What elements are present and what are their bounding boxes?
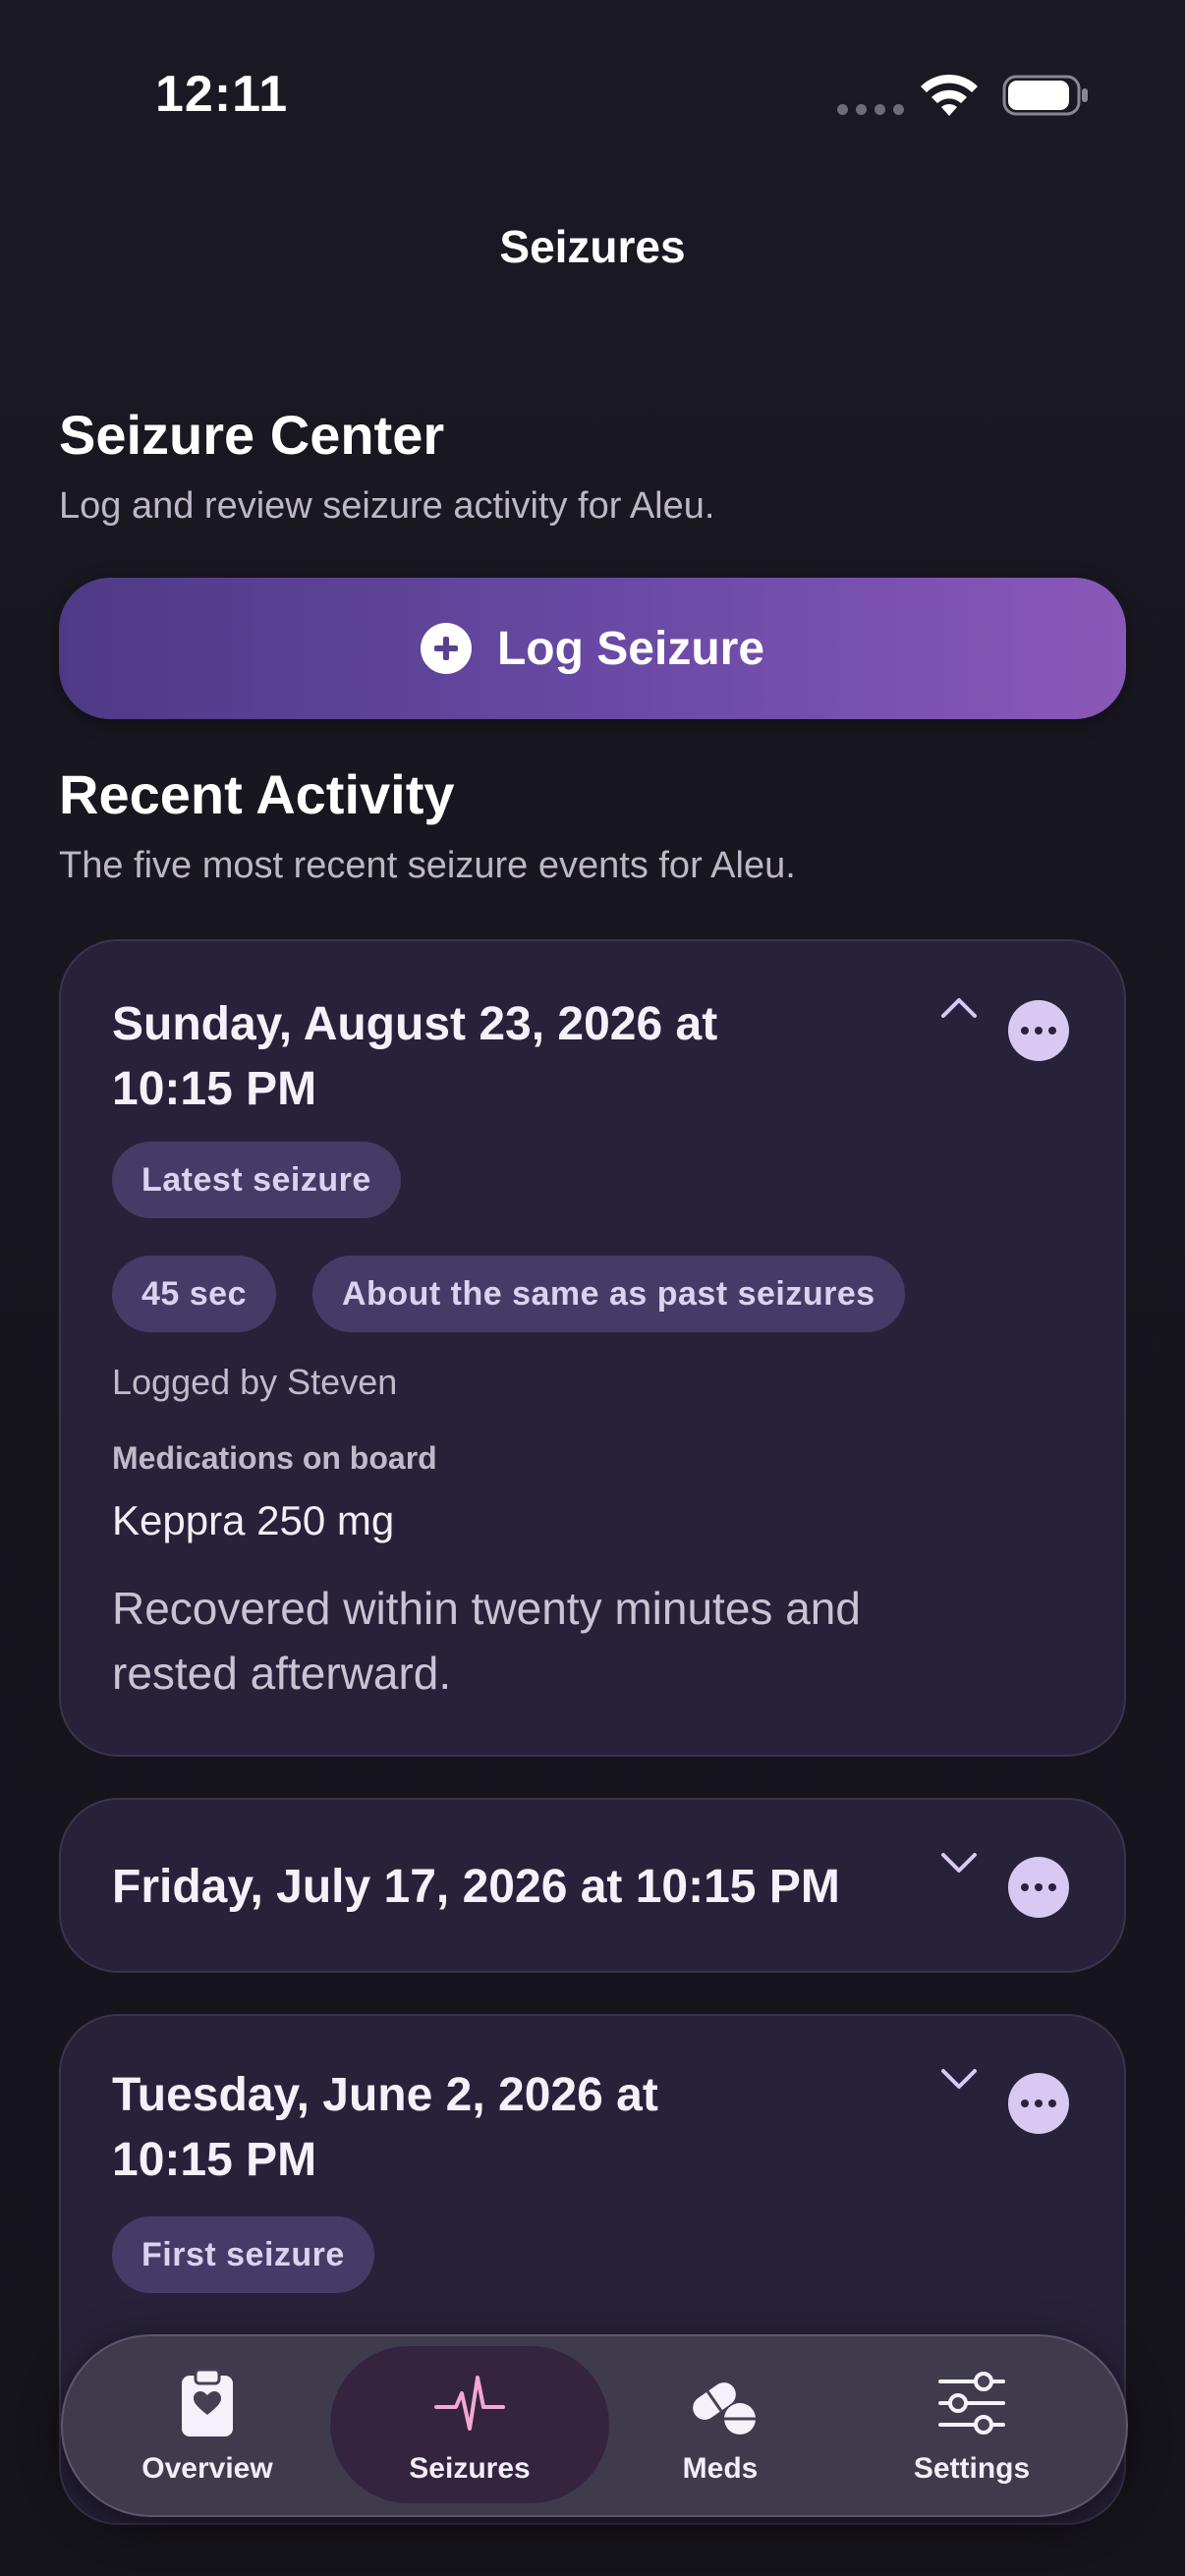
tab-settings[interactable]: Settings — [839, 2336, 1104, 2515]
tab-seizures-label: Seizures — [409, 2452, 531, 2485]
medications-label: Medications on board — [112, 1440, 437, 1476]
tab-overview-label: Overview — [141, 2452, 273, 2485]
sliders-icon — [938, 2372, 1005, 2435]
tab-settings-label: Settings — [913, 2452, 1031, 2485]
tab-seizures[interactable]: Seizures — [337, 2336, 602, 2515]
status-time: 12:11 — [155, 66, 289, 123]
log-seizure-button[interactable]: Log Seizure — [59, 578, 1126, 719]
tab-bar: Overview Seizures Meds Settings — [61, 2334, 1128, 2517]
log-seizure-label: Log Seizure — [496, 622, 765, 675]
seizure-event-card[interactable]: Sunday, August 23, 2026 at 10:15 PM Late… — [59, 939, 1126, 1757]
latest-seizure-badge: Latest seizure — [112, 1142, 401, 1218]
tab-overview[interactable]: Overview — [75, 2336, 340, 2515]
seizure-event-card[interactable]: Friday, July 17, 2026 at 10:15 PM — [59, 1798, 1126, 1973]
event-notes: Recovered within twenty minutes and rest… — [112, 1583, 861, 1699]
event-date: Sunday, August 23, 2026 at 10:15 PM — [112, 998, 718, 1115]
duration-badge: 45 sec — [112, 1256, 276, 1332]
tab-meds-label: Meds — [682, 2452, 759, 2485]
first-seizure-badge: First seizure — [112, 2216, 374, 2293]
clipboard-heart-icon — [182, 2368, 233, 2436]
battery-icon — [1002, 75, 1088, 116]
cellular-signal-icon — [837, 104, 904, 115]
seizure-center-title: Seizure Center — [59, 404, 445, 466]
pills-icon — [693, 2382, 756, 2435]
chevron-up-icon[interactable] — [939, 996, 979, 1020]
event-date: Tuesday, June 2, 2026 at 10:15 PM — [112, 2069, 658, 2186]
chevron-down-icon[interactable] — [939, 1851, 979, 1875]
plus-circle-icon — [420, 623, 472, 674]
wifi-icon — [921, 74, 978, 116]
chevron-down-icon[interactable] — [939, 2067, 979, 2091]
seizure-center-subtitle: Log and review seizure activity for Aleu… — [59, 485, 715, 527]
status-bar: 12:11 — [0, 0, 1185, 196]
page-title: Seizures — [499, 221, 686, 272]
logged-by-text: Logged by Steven — [112, 1362, 398, 1402]
medications-value: Keppra 250 mg — [112, 1497, 395, 1543]
waveform-icon — [434, 2376, 505, 2431]
more-options-button[interactable] — [1008, 1000, 1069, 1061]
more-options-button[interactable] — [1008, 2073, 1069, 2134]
comparison-badge: About the same as past seizures — [312, 1256, 905, 1332]
recent-activity-title: Recent Activity — [59, 763, 455, 825]
recent-activity-subtitle: The five most recent seizure events for … — [59, 845, 796, 886]
tab-meds[interactable]: Meds — [588, 2336, 853, 2515]
event-date: Friday, July 17, 2026 at 10:15 PM — [112, 1861, 840, 1913]
more-options-button[interactable] — [1008, 1857, 1069, 1918]
